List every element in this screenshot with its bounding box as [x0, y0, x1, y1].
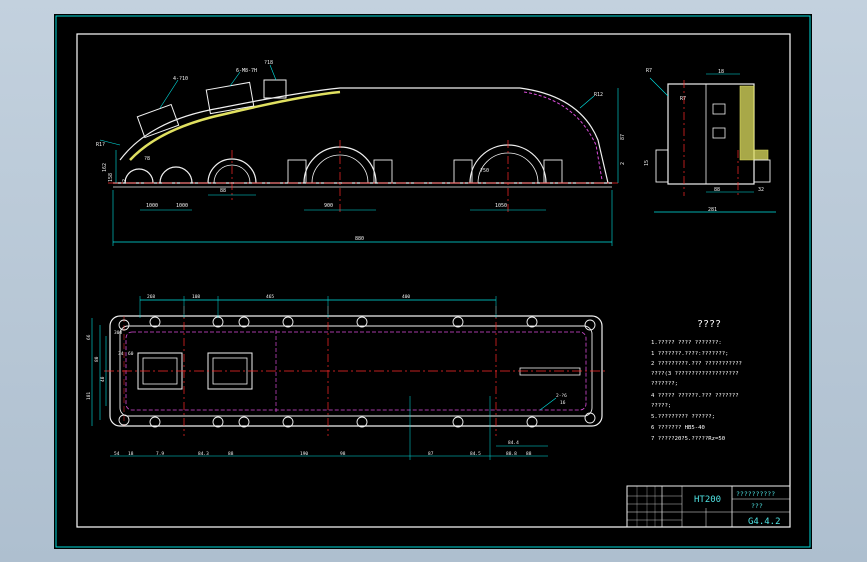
- drawing-number: G4.4.2: [748, 517, 781, 527]
- plan-bottom-dim: 7.9: [156, 451, 164, 457]
- tech-line: 2 ?????????.??? ???????????: [651, 361, 742, 367]
- material-label: HT200: [694, 495, 721, 505]
- plan-note-1: 2-?6: [556, 393, 567, 399]
- engineering-drawing: 880 900 1050 88 1000 1000 162 87 2 158 2…: [54, 14, 812, 549]
- tech-line: ????(3 ???????????????????: [651, 371, 739, 377]
- tech-line: 1 ???????.????:???????;: [651, 351, 728, 357]
- top-callout-2: 6-M8-7H: [236, 68, 257, 74]
- plan-bottom-dim: 190: [300, 451, 308, 457]
- small-dim-1: 158: [108, 173, 114, 182]
- end-height-label-1: 32: [758, 187, 764, 193]
- small-dim-2: 2: [122, 179, 128, 182]
- top-callout-3: ?18: [264, 60, 273, 66]
- end-inner-label: 88: [714, 187, 720, 193]
- tech-requirements-title: ????: [697, 319, 721, 330]
- tech-line: 6 ??????? HB5-40: [651, 425, 705, 431]
- tech-line: 1.????? ???? ???????:: [651, 340, 722, 346]
- plan-top-dim-4: 400: [402, 294, 410, 300]
- plan-side-dim-3: 40: [100, 376, 106, 382]
- bore3-label: 88: [220, 188, 226, 194]
- plan-bottom-dim: 88: [526, 451, 532, 457]
- tech-line: ?????;: [651, 403, 671, 409]
- plan-bottom-dim: 54: [114, 451, 120, 457]
- plan-top-dim-1: 268: [147, 294, 155, 300]
- drawing-sheet: [54, 14, 812, 549]
- plan-note-2: 16: [560, 400, 566, 406]
- bore1-label: 1000: [146, 203, 158, 209]
- plan-top-dim-3: 465: [266, 294, 274, 300]
- plan-bottom-dim: 87: [428, 451, 434, 457]
- tech-line: 4 ????? ??????.??? ???????: [651, 393, 739, 399]
- plan-bottom-dim: 98: [340, 451, 346, 457]
- left-height-label: 162: [102, 163, 108, 172]
- plan-top-dim-2: 108: [192, 294, 200, 300]
- hole-callout-1: R1?: [96, 142, 105, 148]
- top-callout-1: 4-?10: [173, 76, 188, 82]
- bore4-label: 900: [324, 203, 333, 209]
- right-height-label-1: 87: [620, 134, 626, 140]
- end-thickness-label: 18: [718, 69, 724, 75]
- plan-bottom-dim: 88.8: [506, 451, 517, 457]
- plan-bottom-dim: 84.4: [508, 440, 519, 446]
- plan-bottom-dim: 84.3: [198, 451, 209, 457]
- end-corner-label: R7: [646, 68, 652, 74]
- plan-side-dim-6: 34: [118, 351, 124, 357]
- right-height-label-2: 2: [620, 162, 626, 165]
- tech-line: 5.????????? ??????;: [651, 414, 715, 420]
- plan-side-dim-1: 66: [86, 334, 92, 340]
- plan-bottom-dim: 18: [128, 451, 134, 457]
- cad-viewport: 880 900 1050 88 1000 1000 162 87 2 158 2…: [0, 0, 867, 562]
- overall-length-label: 880: [355, 236, 364, 242]
- plan-side-dim-7: 60: [128, 351, 134, 357]
- scale-label: ???: [751, 502, 763, 510]
- tech-line: 7 ?????20?5.?????Rz=50: [651, 436, 725, 442]
- part-name-label: ??????????: [736, 490, 775, 498]
- plan-side-dim-5: 300: [114, 330, 122, 336]
- tech-line: ???????;: [651, 381, 678, 387]
- bore2-label: 1000: [176, 203, 188, 209]
- hole-callout-4: R12: [594, 92, 603, 98]
- end-height-label-2: 15: [644, 160, 650, 166]
- plan-side-dim-2: 80: [94, 356, 100, 362]
- plan-bottom-dim: 84.5: [470, 451, 481, 457]
- end-width-label: 281: [708, 207, 717, 213]
- hole-callout-2: ?8: [144, 156, 150, 162]
- bore5-label: 1050: [495, 203, 507, 209]
- plan-side-dim-4: 181: [86, 392, 92, 400]
- hole-callout-3: ?50: [480, 168, 489, 174]
- plan-bottom-dim: 88: [228, 451, 234, 457]
- end-top-label: R7: [680, 96, 686, 102]
